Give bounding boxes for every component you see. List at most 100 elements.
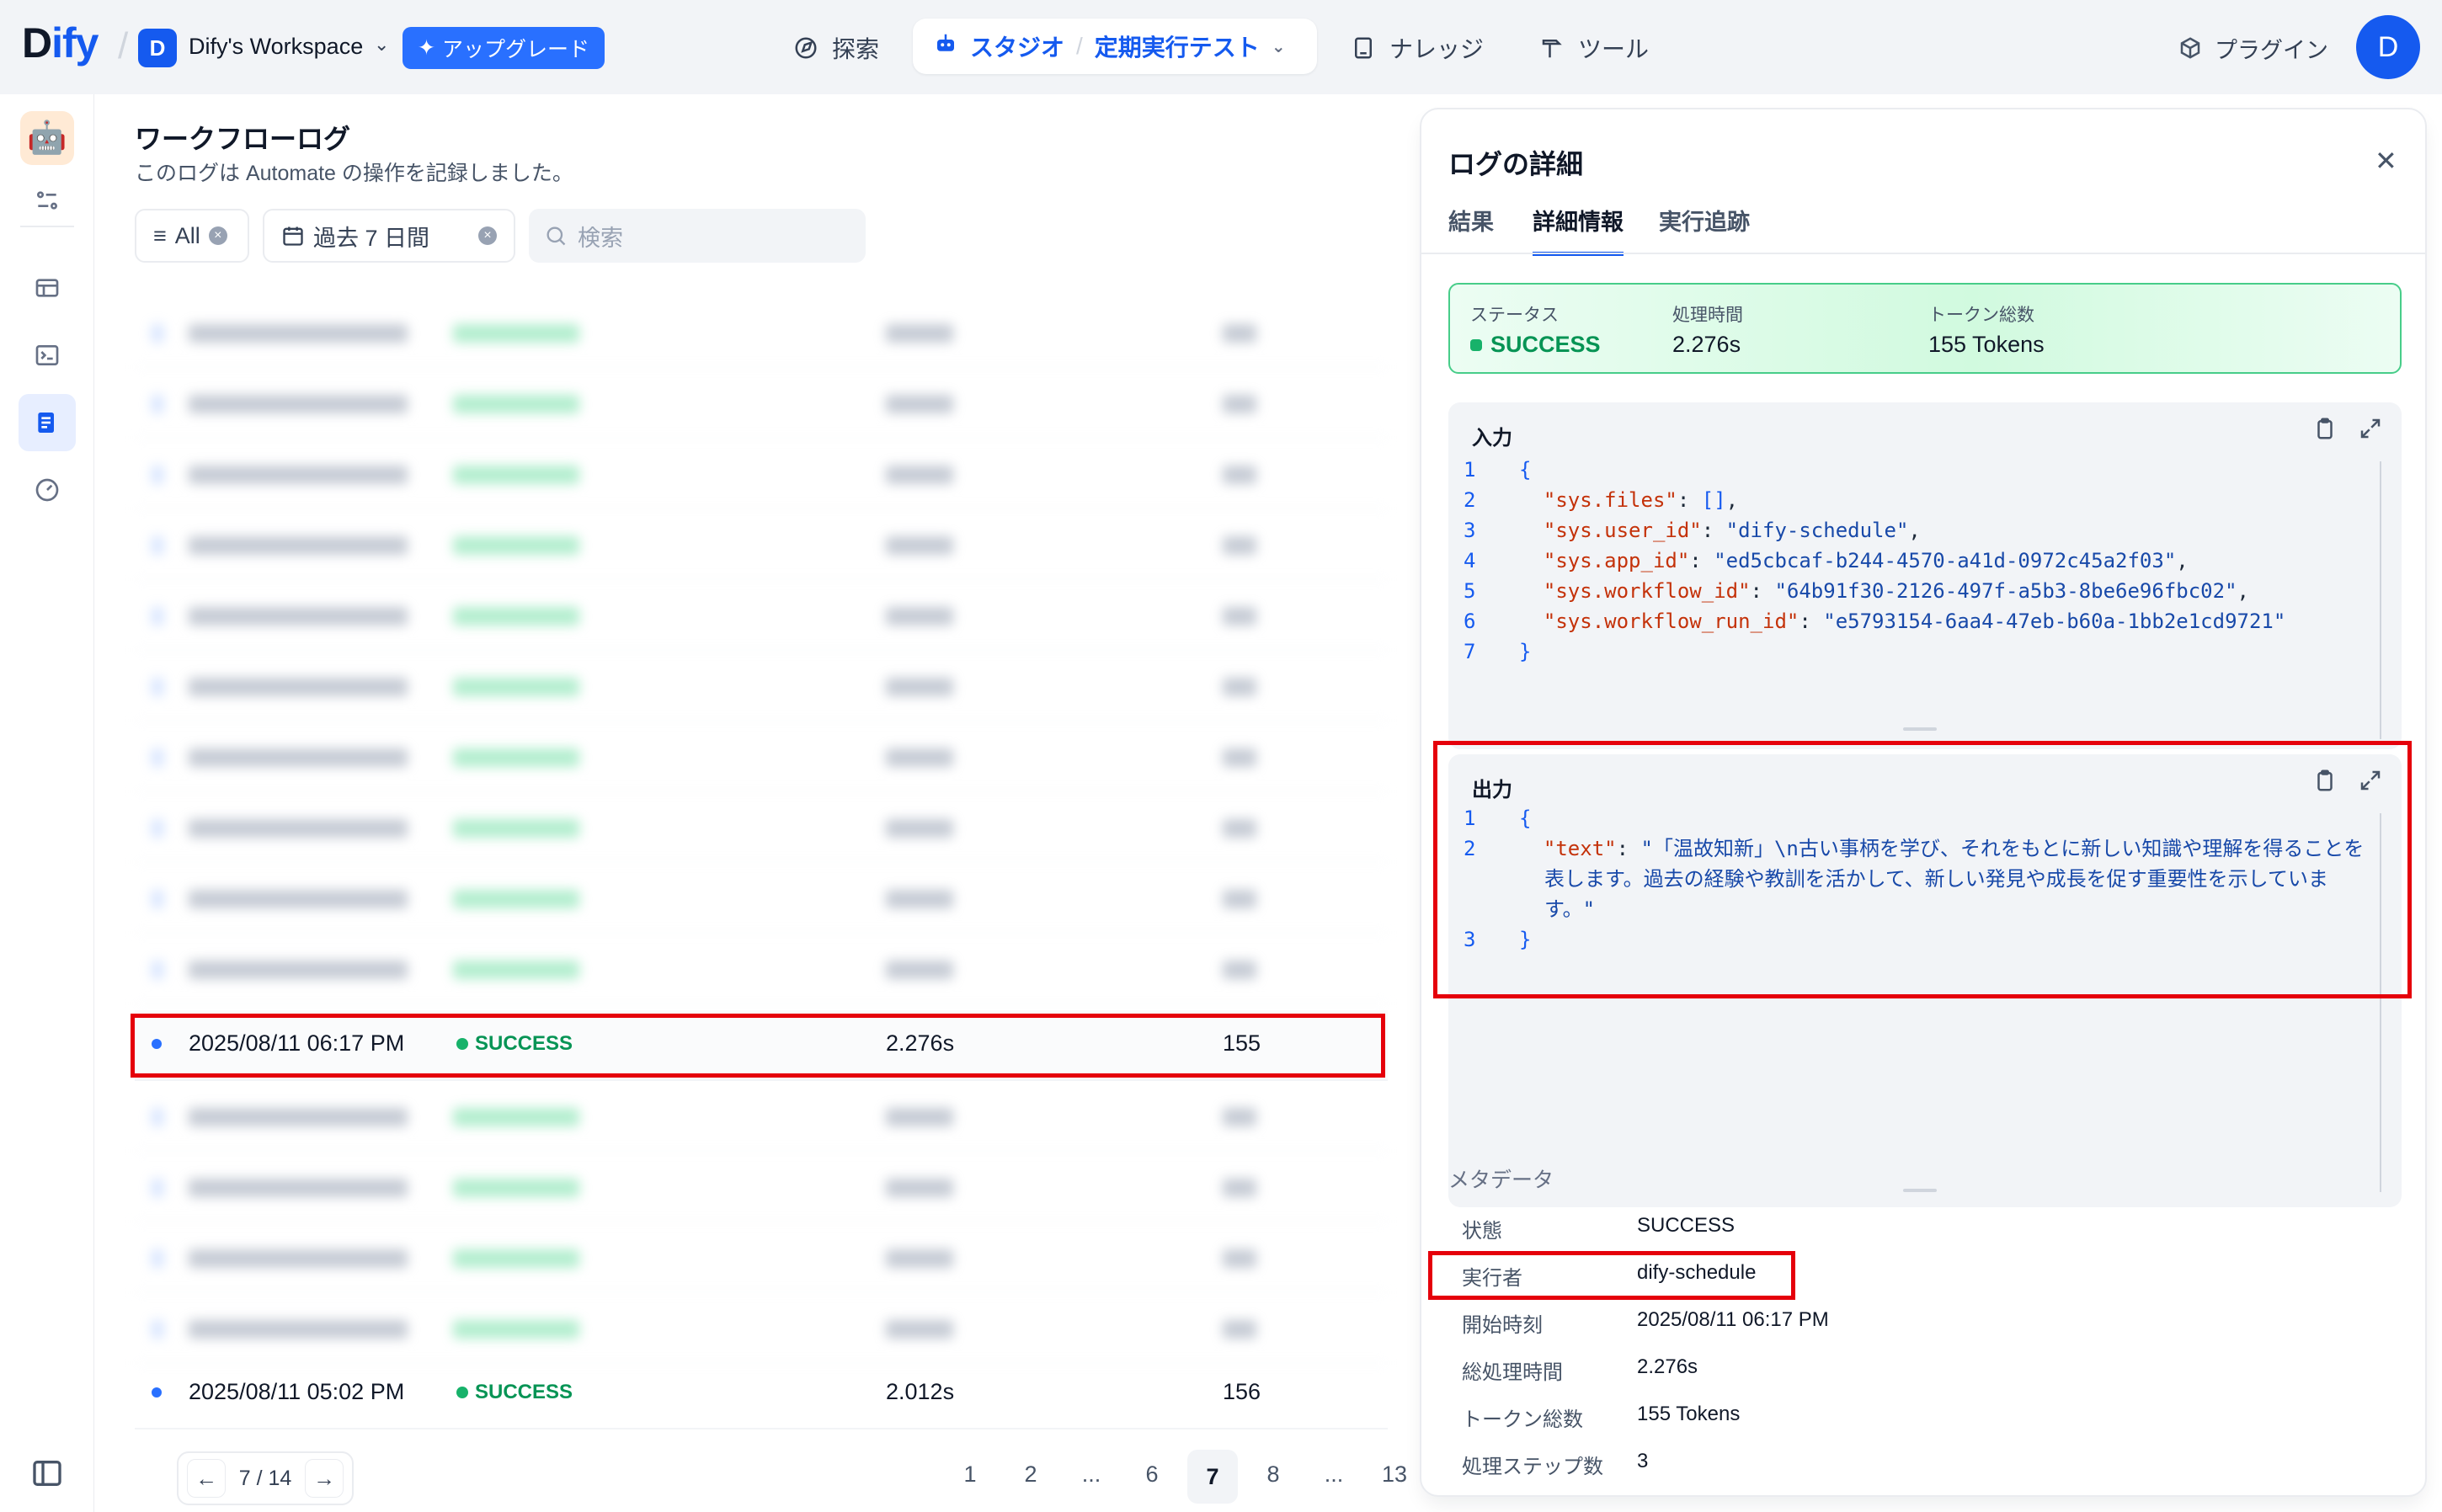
page-number[interactable]: 1: [945, 1461, 995, 1488]
upgrade-button[interactable]: ✦ アップグレード: [403, 27, 605, 69]
tokens-label: トークン総数: [1928, 306, 2034, 325]
nav-studio[interactable]: スタジオ / 定期実行テスト ⌄: [913, 19, 1317, 74]
top-navigation: Dify / D Dify's Workspace ⌄ ✦ アップグレード 探索…: [0, 0, 2442, 94]
blurred-cell: [886, 961, 953, 979]
table-row-blurred[interactable]: [135, 792, 1388, 863]
app-name[interactable]: 定期実行テスト: [1095, 29, 1260, 63]
user-avatar[interactable]: D: [2356, 15, 2420, 79]
nav-knowledge[interactable]: ナレッジ: [1351, 27, 1484, 69]
blurred-cell: [189, 1320, 408, 1339]
table-row-blurred[interactable]: [135, 721, 1388, 792]
table-row-blurred[interactable]: [135, 1081, 1388, 1152]
page-number[interactable]: 2: [1005, 1461, 1056, 1488]
search-input[interactable]: 検索: [529, 209, 866, 263]
copy-icon[interactable]: [2312, 416, 2338, 441]
orchestrate-icon[interactable]: [19, 172, 76, 229]
page-subtitle: このログは Automate の操作を記録しました。: [135, 162, 573, 185]
tab-result[interactable]: 結果: [1448, 204, 1494, 252]
search-placeholder: 検索: [578, 225, 623, 251]
status-filter[interactable]: ≡ All ×: [135, 209, 249, 263]
blurred-cell: [152, 607, 163, 626]
blurred-cell: [189, 395, 408, 413]
table-row[interactable]: 2025/08/11 05:02 PM SUCCESS 2.012s 156: [135, 1359, 1388, 1429]
compass-icon: [795, 37, 817, 59]
blurred-cell: [1223, 748, 1256, 767]
app-icon[interactable]: 🤖: [20, 111, 74, 165]
nav-plugins[interactable]: プラグイン: [2178, 27, 2328, 69]
status-card: ステータス SUCCESS 処理時間 2.276s トークン総数 155 Tok…: [1448, 283, 2402, 374]
status-text: SUCCESS: [475, 1381, 573, 1403]
status-badge: SUCCESS: [456, 1381, 573, 1404]
meta-total-time-label: 総処理時間: [1462, 1361, 1563, 1384]
page-number-active[interactable]: 7: [1187, 1450, 1238, 1504]
blurred-cell: [1223, 1320, 1256, 1339]
terminal-icon[interactable]: [19, 327, 76, 384]
page-number[interactable]: 13: [1369, 1461, 1420, 1488]
clear-status-icon[interactable]: ×: [208, 226, 227, 245]
blurred-cell: [152, 678, 163, 696]
blurred-cell: [189, 607, 408, 626]
period-filter[interactable]: 過去 7 日間 ×: [263, 209, 515, 263]
table-row-blurred[interactable]: [135, 297, 1388, 368]
pager: ← 7 / 14 →: [177, 1451, 354, 1505]
blurred-cell: [152, 1108, 163, 1126]
tab-trace[interactable]: 実行追跡: [1659, 204, 1750, 252]
clear-period-icon[interactable]: ×: [478, 226, 497, 245]
blurred-cell: [189, 466, 408, 484]
page-number[interactable]: 6: [1127, 1461, 1177, 1488]
nav-tools[interactable]: ツール: [1539, 27, 1649, 69]
table-row-blurred[interactable]: [135, 1222, 1388, 1293]
table-row-blurred[interactable]: [135, 509, 1388, 580]
workspace-chevron-down-icon[interactable]: ⌄: [374, 34, 389, 56]
workspace-avatar[interactable]: D: [138, 29, 177, 67]
table-row-blurred[interactable]: [135, 863, 1388, 934]
hammer-icon: [1542, 40, 1562, 58]
rail-divider: [20, 226, 74, 227]
table-row-blurred[interactable]: [135, 439, 1388, 509]
app-chevron-down-icon[interactable]: ⌄: [1272, 36, 1286, 57]
blurred-cell: [152, 324, 163, 343]
blurred-cell: [152, 748, 163, 767]
meta-start-value: 2025/08/11 06:17 PM: [1637, 1308, 1829, 1331]
blurred-cell: [453, 1108, 579, 1126]
status-filter-label: All: [174, 222, 200, 248]
blurred-cell: [189, 1179, 408, 1197]
prev-page-arrow-icon[interactable]: ←: [187, 1459, 226, 1498]
scrollbar[interactable]: [2380, 461, 2381, 739]
table-row-blurred[interactable]: [135, 1152, 1388, 1222]
nav-explore[interactable]: 探索: [793, 27, 879, 69]
dify-logo[interactable]: Dify: [22, 19, 99, 67]
page-indicator[interactable]: 7 / 14: [239, 1467, 292, 1491]
blurred-cell: [886, 819, 953, 838]
table-row-blurred[interactable]: [135, 368, 1388, 439]
meta-state-label: 状態: [1462, 1220, 1502, 1243]
blurred-cell: [453, 961, 579, 979]
monitoring-gauge-icon[interactable]: [19, 461, 76, 519]
robot-icon: [933, 31, 958, 62]
next-page-arrow-icon[interactable]: →: [305, 1459, 344, 1498]
blurred-cell: [886, 1249, 953, 1268]
table-row-blurred[interactable]: [135, 934, 1388, 1004]
workspace-name[interactable]: Dify's Workspace: [189, 34, 363, 60]
tab-detail[interactable]: 詳細情報: [1533, 204, 1624, 256]
output-resize-handle[interactable]: [1903, 1189, 1937, 1192]
logs-icon[interactable]: [19, 394, 76, 451]
blurred-cell: [453, 536, 579, 555]
nav-knowledge-label: ナレッジ: [1389, 36, 1485, 62]
expand-icon[interactable]: [2358, 416, 2383, 441]
filter-icon: ≡: [153, 222, 167, 248]
input-resize-handle[interactable]: [1903, 727, 1937, 731]
close-icon[interactable]: ✕: [2375, 145, 2397, 177]
table-row-blurred[interactable]: [135, 651, 1388, 721]
blurred-cell: [1223, 961, 1256, 979]
blurred-cell: [189, 961, 408, 979]
blurred-cell: [886, 466, 953, 484]
meta-tokens-label: トークン総数: [1462, 1408, 1583, 1431]
table-row-blurred[interactable]: [135, 1293, 1388, 1364]
workflow-icon[interactable]: [19, 259, 76, 317]
sidebar-collapse-icon[interactable]: [30, 1456, 64, 1490]
page-number[interactable]: 8: [1248, 1461, 1298, 1488]
table-row-blurred[interactable]: [135, 580, 1388, 651]
blurred-cell: [1223, 1179, 1256, 1197]
blurred-cell: [152, 961, 163, 979]
